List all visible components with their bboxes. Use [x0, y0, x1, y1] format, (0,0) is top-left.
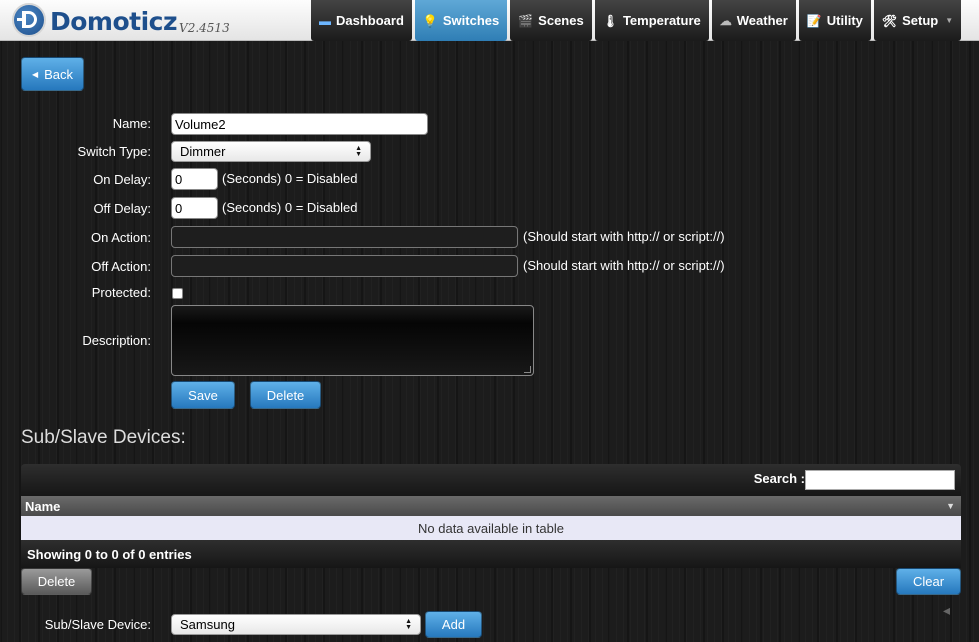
nav-dashboard-label: Dashboard — [336, 13, 404, 28]
column-header-name-label: Name — [25, 498, 61, 514]
save-button-label: Save — [188, 387, 218, 403]
back-button[interactable]: ◀ Back — [21, 57, 84, 91]
nav-setup[interactable]: 🛠 Setup ▼ — [873, 0, 962, 41]
off-delay-label: Off Delay: — [93, 201, 151, 216]
on-delay-label: On Delay: — [93, 172, 151, 187]
app-name: Domoticz — [50, 7, 178, 36]
switch-type-select[interactable]: Dimmer ▲ ▼ — [171, 141, 371, 162]
nav-dashboard[interactable]: ▬ Dashboard — [311, 0, 412, 41]
chevron-down-icon: ▼ — [945, 16, 954, 25]
thermometer-icon: 🌡 — [602, 13, 618, 28]
nav-utility-label: Utility — [826, 13, 863, 28]
delete-subslave-button[interactable]: Delete — [21, 568, 92, 595]
domoticz-logo-icon — [12, 3, 46, 37]
column-header-name[interactable]: Name ▼ — [21, 496, 961, 516]
main-nav: ▬ Dashboard 💡 Switches 🎬 Scenes 🌡 Temper… — [311, 0, 964, 41]
description-textarea[interactable] — [171, 305, 534, 376]
clapperboard-icon: 🎬 — [518, 13, 534, 28]
description-label: Description: — [82, 333, 151, 348]
nav-temperature-label: Temperature — [622, 13, 701, 28]
nav-weather[interactable]: ☁ Weather — [711, 0, 796, 41]
subslave-section-title: Sub/Slave Devices: — [21, 427, 186, 448]
on-action-hint: (Should start with http:// or script://) — [523, 229, 725, 244]
on-action-input[interactable] — [171, 226, 518, 248]
select-arrows-icon: ▲ ▼ — [405, 617, 412, 631]
nav-switches[interactable]: 💡 Switches — [414, 0, 508, 41]
sort-icon: ▼ — [946, 501, 955, 511]
subslave-device-label: Sub/Slave Device: — [44, 617, 151, 632]
search-label: Search : — [753, 471, 805, 486]
name-input[interactable] — [171, 113, 428, 135]
nav-utility[interactable]: 📝 Utility — [798, 0, 871, 41]
back-button-label: Back — [44, 66, 74, 82]
off-action-hint: (Should start with http:// or script://) — [523, 258, 725, 273]
nav-setup-label: Setup — [902, 13, 939, 28]
protected-checkbox[interactable] — [172, 288, 183, 299]
protected-label: Protected: — [91, 285, 151, 300]
nav-weather-label: Weather — [736, 13, 788, 28]
subslave-device-select[interactable]: Samsung ▲ ▼ — [171, 614, 421, 635]
subslave-table: Search : Name ▼ No data available in tab… — [21, 464, 961, 568]
table-empty-row: No data available in table — [21, 516, 961, 540]
arrow-left-icon: ◀ — [31, 69, 39, 79]
off-action-label: Off Action: — [91, 259, 151, 274]
on-action-label: On Action: — [91, 230, 151, 245]
on-delay-hint: (Seconds) 0 = Disabled — [222, 171, 358, 186]
add-button[interactable]: Add — [425, 611, 482, 638]
add-button-label: Add — [441, 617, 466, 632]
delete-device-button[interactable]: Delete — [250, 381, 321, 409]
resize-grip-icon[interactable] — [524, 366, 531, 373]
select-arrows-icon: ▲ ▼ — [355, 144, 362, 158]
search-input[interactable] — [805, 470, 955, 490]
cloud-rain-icon: ☁ — [719, 13, 732, 28]
clear-button-label: Clear — [912, 574, 945, 589]
nav-switches-label: Switches — [442, 13, 500, 28]
nav-scenes-label: Scenes — [538, 13, 584, 28]
nav-scenes[interactable]: 🎬 Scenes — [510, 0, 592, 41]
off-delay-hint: (Seconds) 0 = Disabled — [222, 200, 358, 215]
app-version: V2.4513 — [179, 21, 230, 35]
notepad-icon: 📝 — [806, 13, 822, 28]
name-label: Name: — [112, 116, 151, 131]
delete-subslave-button-label: Delete — [37, 574, 76, 589]
save-button[interactable]: Save — [171, 381, 235, 409]
scroll-arrow-icon[interactable]: ◂ — [943, 602, 950, 619]
nav-temperature[interactable]: 🌡 Temperature — [594, 0, 709, 41]
table-toolbar: Search : — [21, 464, 961, 496]
subslave-device-value: Samsung — [180, 617, 235, 632]
on-delay-input[interactable] — [171, 168, 218, 190]
switch-type-label: Switch Type: — [77, 144, 151, 159]
tools-icon: 🛠 — [881, 13, 898, 28]
switch-type-value: Dimmer — [180, 144, 226, 159]
table-info: Showing 0 to 0 of 0 entries — [21, 540, 961, 568]
top-header: Domoticz V2.4513 ▬ Dashboard 💡 Switches … — [0, 0, 979, 41]
delete-device-button-label: Delete — [266, 387, 305, 403]
off-action-input[interactable] — [171, 255, 518, 277]
off-delay-input[interactable] — [171, 197, 218, 219]
lightbulb-icon: 💡 — [422, 13, 438, 28]
clear-button[interactable]: Clear — [896, 568, 961, 595]
domoticz-logo[interactable]: Domoticz V2.4513 — [12, 3, 230, 37]
dashboard-icon: ▬ — [319, 13, 331, 28]
